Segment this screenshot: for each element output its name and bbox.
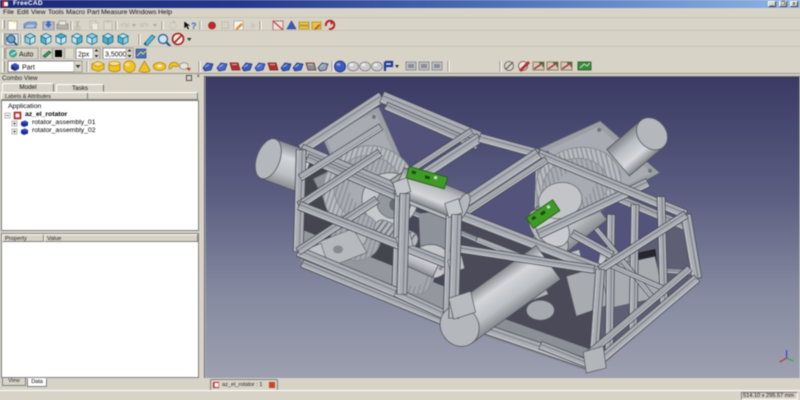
svg-text:3,5000: 3,5000 [105, 52, 127, 59]
svg-text:Part: Part [22, 65, 35, 72]
svg-text:Auto: Auto [19, 52, 34, 59]
svg-text:2px: 2px [78, 52, 90, 59]
